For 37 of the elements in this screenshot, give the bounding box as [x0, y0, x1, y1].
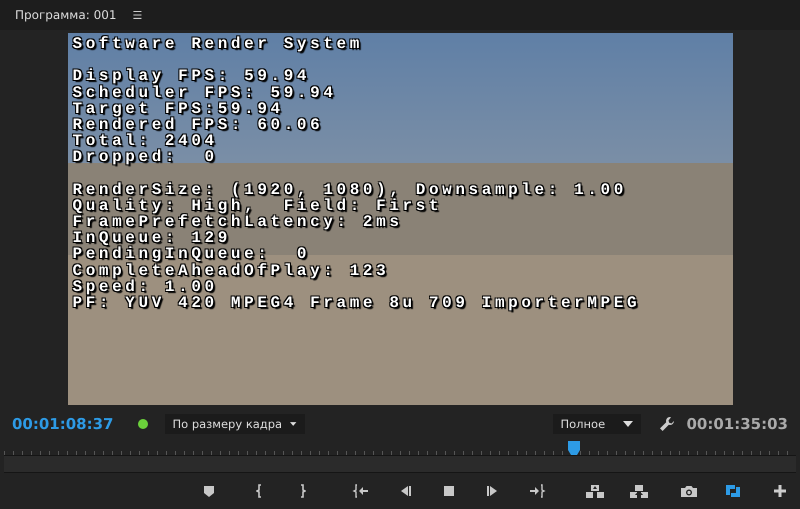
debug-overlay-line: Software Render System: [72, 36, 364, 52]
menu-icon[interactable]: ☰: [132, 8, 142, 22]
debug-overlay-line: Scheduler FPS: 59.94: [72, 84, 338, 101]
debug-overlay-line: Target FPS:59.94: [72, 100, 285, 117]
extract-icon: [629, 483, 649, 499]
out-icon: [300, 484, 306, 498]
resolution-dropdown[interactable]: Полное: [552, 414, 640, 434]
debug-overlay-line: Quality: High, Field: First: [72, 198, 442, 214]
goto-out-icon: [527, 483, 547, 499]
extract-button[interactable]: [628, 482, 650, 500]
in-icon: [256, 484, 262, 498]
loop-icon: [723, 483, 743, 499]
debug-overlay-line: PF: YUV 420 MPEG4 Frame 8u 709 ImporterMPEG: [72, 295, 642, 312]
lift-icon: [585, 483, 605, 499]
current-timecode[interactable]: 00:01:08:37: [12, 415, 114, 433]
camera-icon: [679, 483, 699, 499]
debug-overlay-line: CompleteAheadOfPlay: 123: [72, 262, 390, 279]
debug-overlay-line: PendingInQueue: 0: [72, 246, 310, 263]
debug-overlay-line: Total: 2404: [72, 133, 219, 150]
add-button-icon[interactable]: [774, 485, 786, 497]
debug-overlay-line: Rendered FPS: 60.06: [72, 116, 324, 134]
debug-overlay-line: RenderSize: (1920, 1080), Downsample: 1.00: [72, 182, 628, 198]
debug-overlay-line: FramePrefetchLatency: 2ms: [72, 214, 404, 230]
caret-icon: [290, 421, 296, 427]
panel-title[interactable]: Программа: 001: [15, 8, 116, 22]
debug-overlay-line: Display FPS: 59.94: [72, 68, 312, 85]
goto-in-icon: [351, 483, 371, 499]
playhead[interactable]: [568, 441, 580, 455]
caret-icon: [622, 421, 632, 427]
settings-icon[interactable]: [658, 416, 674, 432]
duration-timecode: 00:01:35:03: [686, 415, 788, 433]
zoom-dropdown[interactable]: По размеру кадра: [164, 414, 304, 434]
debug-overlay-line: InQueue: 129: [72, 230, 231, 246]
debug-overlay-line: Dropped: 0: [72, 149, 219, 166]
lift-button[interactable]: [584, 482, 606, 500]
zoom-scrollbar[interactable]: [4, 456, 796, 473]
debug-overlay-line: Speed: 1.00: [72, 278, 218, 295]
